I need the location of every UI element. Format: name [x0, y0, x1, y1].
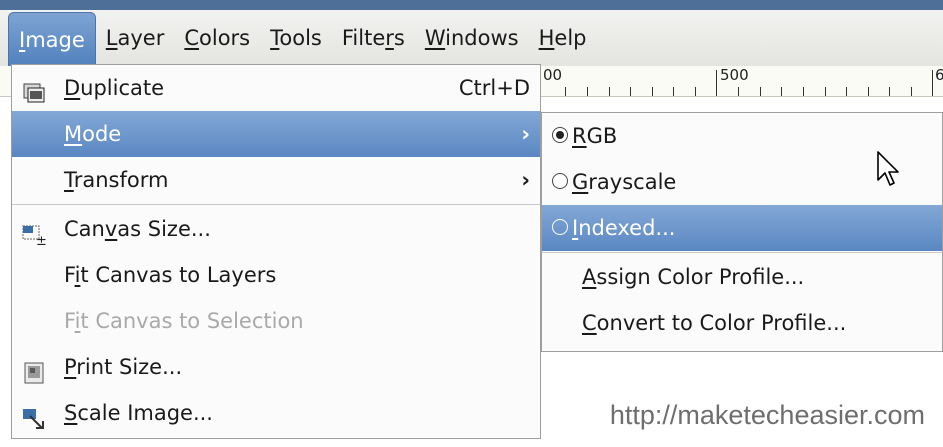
menubar: Image Layer Colors Tools Filters Windows… [0, 10, 943, 66]
submenu-item-indexed[interactable]: Indexed... [542, 205, 942, 251]
menu-tools[interactable]: Tools [260, 10, 332, 66]
menu-item-fit-canvas-to-selection: Fit Canvas to Selection [12, 298, 540, 344]
image-menu-dropdown: Duplicate Ctrl+D Mode › Transform › ± Ca… [11, 64, 541, 439]
ruler-tick [738, 87, 739, 96]
menu-item-fit-canvas-to-layers[interactable]: Fit Canvas to Layers [12, 252, 540, 298]
menu-item-transform[interactable]: Transform › [12, 157, 540, 203]
menu-item-duplicate[interactable]: Duplicate Ctrl+D [12, 65, 540, 111]
radio-unselected-icon [552, 219, 568, 235]
ruler-tick [565, 87, 566, 96]
menu-colors[interactable]: Colors [174, 10, 260, 66]
ruler-tick [868, 87, 869, 96]
ruler-label: 500 [720, 66, 749, 84]
ruler-label: 6 [935, 66, 943, 84]
submenu-arrow-icon: › [521, 168, 530, 192]
menu-item-label: Transform [64, 168, 169, 192]
ruler-tick [803, 87, 804, 96]
ruler-tick [630, 87, 631, 96]
menu-item-label: Indexed... [572, 216, 676, 240]
menu-item-mode[interactable]: Mode › [12, 111, 540, 157]
ruler-tick [846, 87, 847, 96]
menu-item-label: RGB [572, 124, 618, 148]
window-title-strip [0, 0, 943, 10]
ruler-tick [825, 87, 826, 96]
menu-separator [12, 204, 540, 205]
menu-item-label: Duplicate [64, 76, 165, 100]
menu-item-label: Mode [64, 122, 122, 146]
ruler-tick [760, 87, 761, 96]
radio-selected-icon [552, 127, 568, 143]
menu-item-label: Assign Color Profile... [582, 265, 805, 289]
menu-item-label: Convert to Color Profile... [582, 311, 847, 335]
menu-help[interactable]: Help [529, 10, 597, 66]
ruler-label: 00 [543, 66, 563, 84]
menu-item-label: Grayscale [572, 170, 677, 194]
svg-text:±: ± [36, 234, 46, 247]
ruler-tick [911, 87, 912, 96]
ruler-tick [889, 87, 890, 96]
menu-item-label: Scale Image... [64, 401, 213, 425]
ruler-tick [695, 87, 696, 96]
menu-separator [542, 252, 942, 253]
scale-image-icon [22, 401, 46, 429]
menu-item-label: Print Size... [64, 355, 183, 379]
menu-item-scale-image[interactable]: Scale Image... [12, 390, 540, 436]
ruler-tick [609, 87, 610, 96]
menu-item-canvas-size[interactable]: ± Canvas Size... [12, 206, 540, 252]
ruler-major-tick [716, 70, 717, 96]
menu-item-label: Canvas Size... [64, 217, 211, 241]
duplicate-icon [22, 76, 46, 103]
menu-item-label: Fit Canvas to Selection [64, 309, 304, 333]
menu-item-label: Fit Canvas to Layers [64, 263, 277, 287]
ruler-tick [587, 87, 588, 96]
mouse-pointer-icon [877, 151, 899, 186]
menu-image[interactable]: Image [8, 12, 96, 66]
mode-submenu: RGB Grayscale Indexed... Assign Color Pr… [541, 112, 943, 352]
submenu-item-convert-to-color-profile[interactable]: Convert to Color Profile... [542, 300, 942, 346]
menu-filters[interactable]: Filters [332, 10, 415, 66]
ruler-tick [673, 87, 674, 96]
ruler-tick [781, 87, 782, 96]
submenu-item-assign-color-profile[interactable]: Assign Color Profile... [542, 254, 942, 300]
submenu-arrow-icon: › [521, 122, 530, 146]
radio-unselected-icon [552, 173, 568, 189]
menu-item-print-size[interactable]: Print Size... [12, 344, 540, 390]
print-size-icon [22, 355, 46, 384]
menu-layer[interactable]: Layer [96, 10, 175, 66]
canvas-size-icon: ± [22, 217, 47, 249]
ruler-tick [652, 87, 653, 96]
shortcut-label: Ctrl+D [458, 76, 530, 100]
menu-windows[interactable]: Windows [415, 10, 529, 66]
ruler-major-tick [932, 70, 933, 96]
